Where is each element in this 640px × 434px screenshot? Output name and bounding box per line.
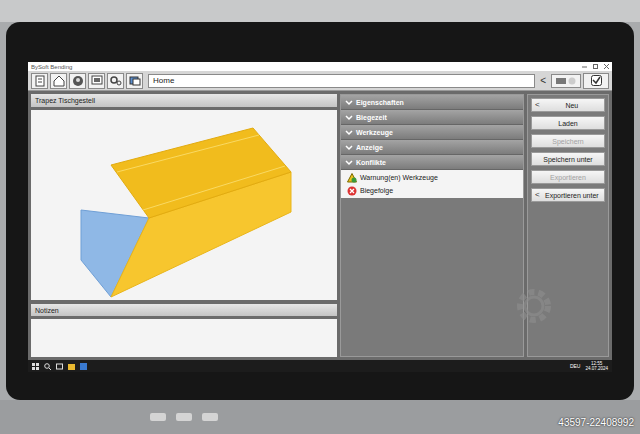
action-button: Exportieren (531, 170, 605, 184)
arrow-glyph: < (535, 191, 540, 199)
list-icon (34, 75, 46, 87)
toolbar-button[interactable] (50, 73, 67, 89)
notes-field[interactable] (31, 319, 337, 357)
action-button[interactable]: <Neu (531, 98, 605, 112)
action-label: Laden (535, 120, 601, 127)
home-icon (53, 75, 65, 87)
toolbar-button[interactable] (31, 73, 48, 89)
action-button: Speichern (531, 134, 605, 148)
action-label: Speichern unter (535, 156, 601, 163)
window-icon (556, 77, 566, 85)
search-icon (44, 363, 51, 370)
action-button[interactable]: Speichern unter (531, 152, 605, 166)
model-view[interactable] (31, 110, 337, 300)
close-icon (604, 64, 609, 69)
title-bar: BySoft Bending (28, 62, 612, 71)
action-button[interactable]: Laden (531, 116, 605, 130)
bent-part-drawing (31, 110, 337, 300)
photo: BySoft Bending Home < Trapez Tischgestell No… (0, 0, 640, 434)
check-icon (591, 75, 602, 86)
window-controls (582, 64, 609, 69)
window-title: BySoft Bending (31, 64, 72, 70)
section-header[interactable]: Werkzeuge (341, 125, 523, 140)
error-icon (347, 186, 357, 196)
confirm-button[interactable] (583, 73, 609, 89)
clock-date: 24.07.2024 (585, 366, 608, 371)
back-button[interactable]: < (537, 76, 549, 86)
notes-header: Notizen (31, 304, 337, 316)
empty-area (341, 198, 523, 356)
taskview-icon (56, 363, 63, 370)
watermark: 43597-22408992 (558, 415, 634, 430)
chevron-icon (345, 129, 353, 136)
toolbar-button[interactable] (88, 73, 105, 89)
settings-icon (110, 75, 122, 87)
screen: BySoft Bending Home < Trapez Tischgestell No… (28, 62, 612, 372)
chevron-icon (345, 114, 353, 121)
circle-icon (568, 77, 576, 85)
view-toggle[interactable] (551, 74, 581, 88)
action-label: Exportieren (535, 174, 601, 181)
user-icon (72, 75, 84, 87)
warning-icon (347, 173, 357, 183)
maximize-icon (593, 64, 598, 69)
language-indicator[interactable]: DEU (570, 364, 581, 369)
app-icon (80, 363, 87, 370)
layers-icon (129, 75, 141, 87)
pane-header: Trapez Tischgestell (31, 94, 337, 107)
section-label: Eigenschaften (356, 99, 404, 106)
clock[interactable]: 12:5524.07.2024 (585, 361, 608, 371)
action-label: Neu (543, 102, 601, 109)
arrow-glyph: < (535, 101, 540, 109)
action-label: Exportieren unter (543, 192, 601, 199)
monitor-bezel: BySoft Bending Home < Trapez Tischgestell No… (6, 22, 634, 400)
chevron-icon (345, 99, 353, 106)
section-label: Konflikte (356, 159, 386, 166)
toolbar-button[interactable] (126, 73, 143, 89)
section-header[interactable]: Konflikte (341, 155, 523, 170)
model-pane: Trapez Tischgestell Notizen (31, 94, 337, 357)
minimize-icon (582, 64, 587, 69)
toolbar-button[interactable] (69, 73, 86, 89)
windows-start-icon (32, 363, 39, 370)
breadcrumb-field[interactable]: Home (148, 74, 535, 88)
section-header[interactable]: Biegezeit (341, 110, 523, 125)
properties-pane: Eigenschaften Biegezeit Werkzeuge Anzeige Ko… (340, 94, 524, 357)
taskbar: DEU 12:5524.07.2024 (28, 360, 612, 372)
action-label: Speichern (535, 138, 601, 145)
notes-title: Notizen (35, 307, 59, 314)
section-label: Biegezeit (356, 114, 387, 121)
section-label: Anzeige (356, 144, 383, 151)
section-label: Werkzeuge (356, 129, 393, 136)
toolbar: Home < (28, 71, 612, 91)
toolbar-button[interactable] (107, 73, 124, 89)
conflict-item[interactable]: Biegefolge (341, 184, 523, 197)
conflict-list: Warnung(en) Werkzeuge Biegefolge (341, 170, 523, 198)
clock-time: 12:55 (591, 361, 602, 366)
breadcrumb-text: Home (153, 77, 174, 85)
conflict-label: Biegefolge (360, 187, 393, 194)
chevron-icon (345, 159, 353, 166)
section-header[interactable]: Eigenschaften (341, 95, 523, 110)
monitor-icon (91, 75, 103, 87)
folder-icon (68, 363, 75, 370)
section-header[interactable]: Anzeige (341, 140, 523, 155)
part-title: Trapez Tischgestell (35, 97, 95, 104)
conflict-label: Warnung(en) Werkzeuge (360, 174, 438, 181)
conflict-item[interactable]: Warnung(en) Werkzeuge (341, 171, 523, 184)
action-button[interactable]: <Exportieren unter (531, 188, 605, 202)
gear-logo-icon (512, 284, 556, 328)
chevron-icon (345, 144, 353, 151)
